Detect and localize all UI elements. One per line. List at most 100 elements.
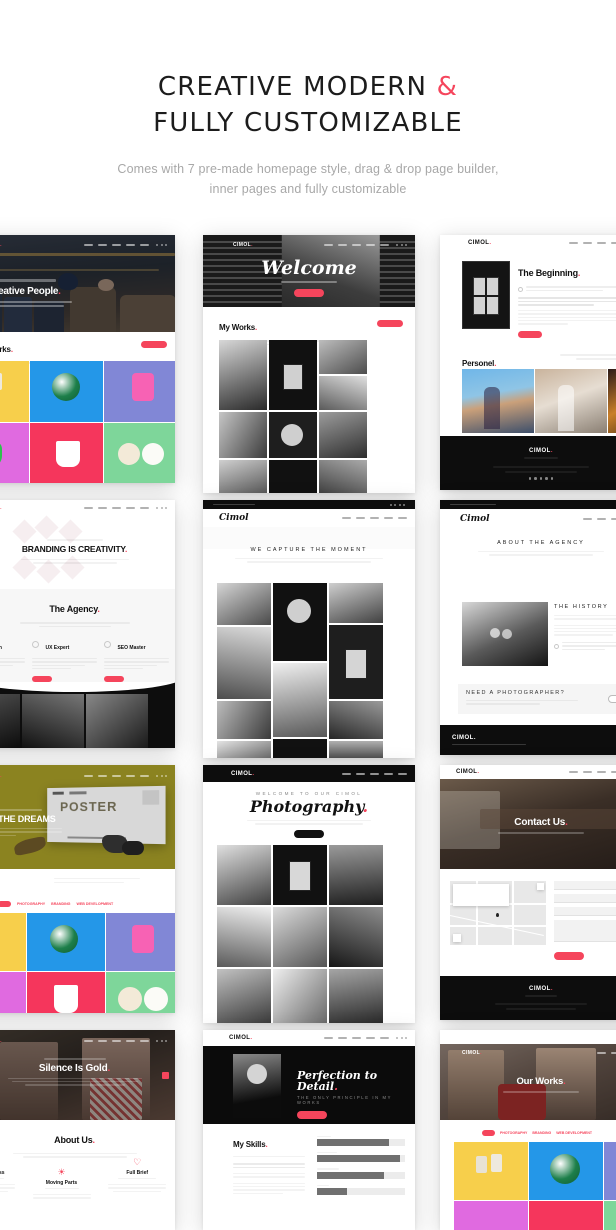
- site-logo[interactable]: CIMOL.: [468, 240, 491, 246]
- social-icons[interactable]: [396, 1037, 407, 1039]
- site-nav[interactable]: CIMOL.: [440, 1046, 616, 1059]
- topbar-social-icons[interactable]: [389, 503, 405, 506]
- portfolio-filters[interactable]: PHOTOGRAPHY BRANDING WEB DEVELOPMENT: [482, 1130, 592, 1136]
- site-nav[interactable]: Cimol: [440, 509, 616, 529]
- filter-all[interactable]: [482, 1130, 495, 1136]
- masonry-photo-grid[interactable]: [217, 583, 401, 758]
- nav-menu[interactable]: [324, 1037, 389, 1039]
- demo-card-welcome[interactable]: CIMOL. Welcome My Works.: [203, 235, 415, 493]
- dark-photo-strip[interactable]: [0, 682, 175, 748]
- hero-cta-button[interactable]: [297, 1111, 327, 1119]
- site-logo[interactable]: CIMOL.: [0, 773, 2, 779]
- nav-menu[interactable]: [342, 517, 407, 519]
- portfolio-swatch-grid[interactable]: [454, 1142, 616, 1230]
- nav-menu[interactable]: [597, 1051, 616, 1054]
- site-logo[interactable]: CIMOL.: [0, 1038, 2, 1044]
- social-icons[interactable]: [156, 243, 167, 246]
- contact-map[interactable]: [450, 881, 546, 945]
- demo-card-creative-people[interactable]: CIMOL. We're Creative People. Recent Wor…: [0, 235, 175, 483]
- photo-grid[interactable]: [217, 845, 401, 1023]
- nav-menu[interactable]: [342, 772, 407, 775]
- input-your-email[interactable]: [554, 894, 616, 903]
- site-logo[interactable]: CIMOL.: [233, 242, 253, 248]
- demo-card-the-beginning[interactable]: CIMOL. The Beginning. Personel. CIMOL.: [440, 235, 616, 490]
- skill-bar: [317, 1155, 405, 1163]
- hero-cta-button[interactable]: [294, 289, 324, 297]
- filter-web-development[interactable]: WEB DEVELOPMENT: [76, 902, 113, 906]
- filter-photography[interactable]: PHOTOGRAPHY: [17, 902, 45, 906]
- site-logo[interactable]: Cimol: [460, 514, 490, 524]
- site-nav[interactable]: CIMOL.: [0, 238, 175, 251]
- demo-card-photography[interactable]: CIMOL. WELCOME TO OUR CIMOL Photography.: [203, 765, 415, 1023]
- service-item[interactable]: SEO Master: [104, 636, 169, 687]
- see-more-button[interactable]: [141, 341, 167, 348]
- nav-menu[interactable]: [569, 242, 616, 244]
- site-nav[interactable]: Cimol: [203, 509, 415, 527]
- input-your-subject[interactable]: [554, 907, 616, 916]
- service-item[interactable]: Web Design: [0, 636, 25, 687]
- social-icons[interactable]: [156, 506, 167, 509]
- social-icons[interactable]: [156, 1039, 167, 1042]
- demo-row-2: CIMOL. BRANDING IS CREATIVITY.: [0, 495, 616, 760]
- personel-photo-grid[interactable]: [462, 369, 616, 433]
- demo-card-silence-is-gold[interactable]: Silence Is Gold. CIMOL.: [0, 1030, 175, 1230]
- portfolio-swatch-grid[interactable]: [0, 361, 175, 483]
- site-nav[interactable]: CIMOL.: [440, 765, 616, 779]
- nav-menu[interactable]: [84, 774, 149, 777]
- filter-branding[interactable]: BRANDING: [532, 1131, 551, 1135]
- hero-headline: Welcome: [261, 257, 357, 279]
- contact-us-button[interactable]: [608, 695, 616, 703]
- nav-menu[interactable]: [84, 1039, 149, 1042]
- site-nav[interactable]: CIMOL.: [203, 765, 415, 782]
- nav-menu[interactable]: [84, 506, 149, 509]
- works-photo-grid[interactable]: [219, 340, 403, 493]
- site-nav[interactable]: CIMOL.: [0, 1034, 175, 1047]
- portfolio-swatch-grid[interactable]: [0, 913, 175, 1013]
- site-nav[interactable]: CIMOL.: [203, 1030, 415, 1046]
- demo-card-branding-creativity[interactable]: CIMOL. BRANDING IS CREATIVITY.: [0, 500, 175, 748]
- input-your-message[interactable]: [554, 920, 616, 942]
- social-icons[interactable]: [156, 774, 167, 777]
- hero-copy: BRANDING IS CREATIVITY.: [0, 539, 175, 564]
- hero-subhead: THE ONLY PRINCIPLE IN MY WORKS: [297, 1095, 392, 1105]
- site-nav[interactable]: CIMOL.: [0, 769, 175, 782]
- view-more-button[interactable]: [377, 320, 403, 327]
- nav-menu[interactable]: [569, 771, 616, 773]
- demo-card-contact-us[interactable]: CIMOL. Contact Us. CIMOL.: [440, 765, 616, 1020]
- nav-menu[interactable]: [324, 243, 389, 246]
- filter-web-development[interactable]: WEB DEVELOPMENT: [556, 1131, 592, 1135]
- site-logo[interactable]: CIMOL.: [0, 505, 2, 511]
- nav-menu[interactable]: [84, 243, 149, 246]
- service-item[interactable]: UX Expert: [32, 636, 97, 687]
- nav-menu[interactable]: [583, 518, 616, 520]
- demo-cell: CIMOL. WELCOME TO OUR CIMOL Photography.: [200, 760, 435, 1025]
- photographer-cta[interactable]: NEED A PHOTOGRAPHER?: [458, 684, 616, 714]
- filter-photography[interactable]: PHOTOGRAPHY: [500, 1131, 527, 1135]
- full-brief-icon: ♡: [133, 1157, 142, 1167]
- site-logo[interactable]: CIMOL.: [0, 242, 2, 248]
- hero-cta-button[interactable]: [294, 829, 324, 838]
- about-us-button[interactable]: [518, 330, 542, 338]
- input-your-name[interactable]: [554, 881, 616, 890]
- social-icons[interactable]: [396, 243, 407, 246]
- demo-card-about-the-agency[interactable]: Cimol ABOUT THE AGENCY THE HISTORY NEED …: [440, 500, 616, 755]
- site-logo[interactable]: CIMOL.: [462, 1050, 482, 1056]
- site-logo[interactable]: CIMOL.: [231, 771, 254, 777]
- send-message-button[interactable]: [554, 952, 584, 960]
- site-logo[interactable]: CIMOL.: [456, 769, 479, 775]
- filter-all[interactable]: [0, 901, 11, 907]
- site-nav[interactable]: CIMOL.: [0, 500, 175, 515]
- portfolio-filters[interactable]: PHOTOGRAPHY BRANDING WEB DEVELOPMENT: [0, 901, 113, 907]
- footer-social-icons[interactable]: [440, 477, 616, 480]
- demo-card-our-works[interactable]: Our Works. CIMOL. PHOTOGRAPHY BRANDING W…: [440, 1030, 616, 1230]
- demo-card-capture-the-moment[interactable]: Cimol WE CAPTURE THE MOMENT: [203, 500, 415, 758]
- demo-card-perfection-to-detail[interactable]: CIMOL. Perfection to Detail. THE ONLY PR…: [203, 1030, 415, 1230]
- contact-form[interactable]: [554, 881, 616, 965]
- site-nav[interactable]: CIMOL.: [440, 235, 616, 251]
- hero-headline: Contact Us.: [514, 817, 568, 828]
- site-nav[interactable]: CIMOL.: [203, 238, 415, 251]
- filter-branding[interactable]: BRANDING: [51, 902, 70, 906]
- demo-card-follow-the-dreams[interactable]: POSTER FOLLOW THE DREAMS: [0, 765, 175, 1013]
- site-logo[interactable]: Cimol: [219, 513, 249, 523]
- site-logo[interactable]: CIMOL.: [229, 1035, 252, 1041]
